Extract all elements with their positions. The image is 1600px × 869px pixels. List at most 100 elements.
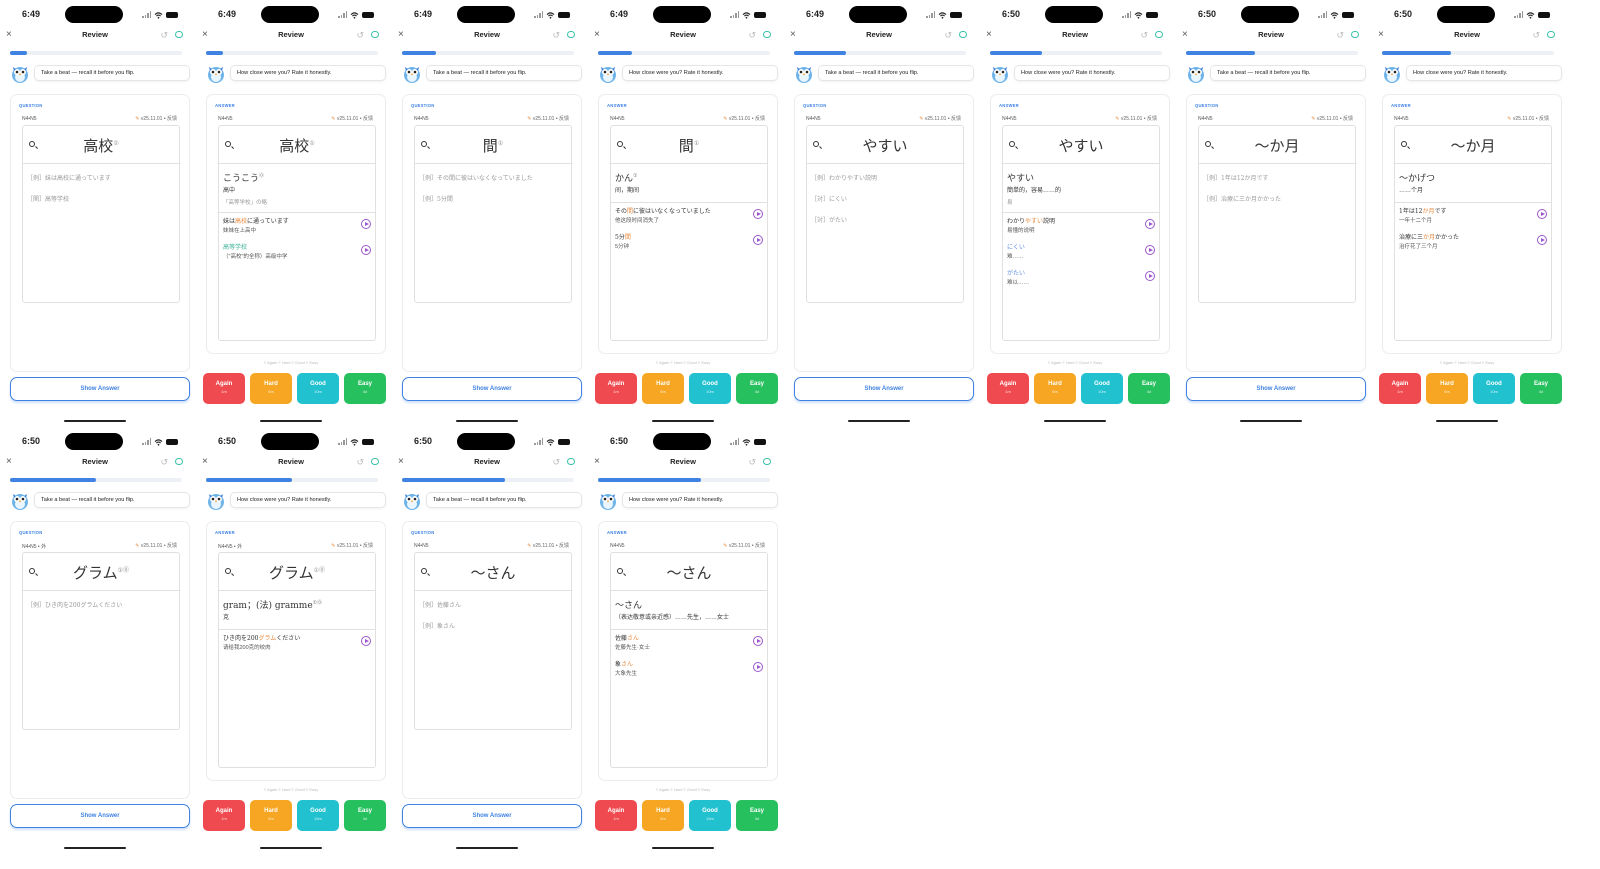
word-row: ～か月 — [1395, 126, 1551, 164]
show-answer-button[interactable]: Show Answer — [10, 377, 190, 401]
version-feedback[interactable]: ✎ v25.11.01 • 反馈 — [919, 115, 961, 122]
undo-icon[interactable]: ↺ — [1140, 30, 1148, 40]
rate-easy-button[interactable]: Easy 4d — [344, 800, 386, 831]
rate-hard-button[interactable]: Hard 6m — [1426, 373, 1468, 404]
chat-icon[interactable] — [763, 458, 771, 465]
close-icon[interactable]: × — [398, 28, 404, 42]
close-icon[interactable]: × — [986, 28, 992, 42]
usage-note: 易 — [1007, 200, 1013, 206]
chat-icon[interactable] — [371, 458, 379, 465]
version-feedback[interactable]: ✎ v25.11.01 • 反馈 — [331, 542, 373, 549]
version-feedback[interactable]: ✎ v25.11.01 • 反馈 — [1311, 115, 1353, 122]
close-icon[interactable]: × — [1378, 28, 1384, 42]
chat-icon[interactable] — [1351, 31, 1359, 38]
rate-good-button[interactable]: Good 10m — [297, 800, 339, 831]
undo-icon[interactable]: ↺ — [160, 30, 168, 40]
status-bar: 6:49 — [198, 6, 384, 23]
chat-icon[interactable] — [763, 31, 771, 38]
rate-easy-button[interactable]: Easy 4d — [736, 800, 778, 831]
chat-icon[interactable] — [567, 458, 575, 465]
play-audio-icon[interactable] — [753, 636, 763, 646]
version-feedback[interactable]: ✎ v25.11.01 • 反馈 — [1115, 115, 1157, 122]
version-feedback[interactable]: ✎ v25.11.01 • 反馈 — [1507, 115, 1549, 122]
close-icon[interactable]: × — [790, 28, 796, 42]
play-audio-icon[interactable] — [361, 245, 371, 255]
play-audio-icon[interactable] — [753, 662, 763, 672]
play-audio-icon[interactable] — [361, 219, 371, 229]
chat-icon[interactable] — [567, 31, 575, 38]
undo-icon[interactable]: ↺ — [748, 30, 756, 40]
play-audio-icon[interactable] — [753, 235, 763, 245]
version-feedback[interactable]: ✎ v25.11.01 • 反馈 — [723, 542, 765, 549]
undo-icon[interactable]: ↺ — [160, 457, 168, 467]
chat-icon[interactable] — [175, 458, 183, 465]
rate-good-button[interactable]: Good 10m — [1473, 373, 1515, 404]
dynamic-island — [65, 6, 123, 23]
phone-screen-2: 6:49 Review × ↺ How close were you? Rate it … — [198, 0, 386, 430]
undo-icon[interactable]: ↺ — [356, 30, 364, 40]
rate-again-button[interactable]: Again 1m — [595, 373, 637, 404]
play-audio-icon[interactable] — [1537, 235, 1547, 245]
play-audio-icon[interactable] — [1537, 209, 1547, 219]
show-answer-button[interactable]: Show Answer — [794, 377, 974, 401]
owl-mascot-icon — [1186, 62, 1206, 84]
undo-icon[interactable]: ↺ — [552, 30, 560, 40]
rate-easy-button[interactable]: Easy 4d — [1128, 373, 1170, 404]
undo-icon[interactable]: ↺ — [1336, 30, 1344, 40]
progress-bar — [402, 478, 574, 482]
rate-good-button[interactable]: Good 10m — [1081, 373, 1123, 404]
rate-again-button[interactable]: Again 1m — [1379, 373, 1421, 404]
chat-icon[interactable] — [1155, 31, 1163, 38]
example-highlight: 高校 — [235, 218, 248, 225]
close-icon[interactable]: × — [202, 455, 208, 469]
play-audio-icon[interactable] — [1145, 271, 1155, 281]
rate-hard-button[interactable]: Hard 6m — [250, 800, 292, 831]
rate-good-button[interactable]: Good 10m — [689, 373, 731, 404]
chat-icon[interactable] — [371, 31, 379, 38]
version-feedback[interactable]: ✎ v25.11.01 • 反馈 — [527, 542, 569, 549]
show-answer-button[interactable]: Show Answer — [1186, 377, 1366, 401]
rate-hard-button[interactable]: Hard 6m — [642, 373, 684, 404]
close-icon[interactable]: × — [6, 455, 12, 469]
show-answer-button[interactable]: Show Answer — [10, 804, 190, 828]
play-audio-icon[interactable] — [1145, 245, 1155, 255]
progress-bar — [206, 478, 378, 482]
rate-easy-button[interactable]: Easy 4d — [736, 373, 778, 404]
close-icon[interactable]: × — [1182, 28, 1188, 42]
rate-hard-button[interactable]: Hard 6m — [250, 373, 292, 404]
rate-again-button[interactable]: Again 1m — [595, 800, 637, 831]
close-icon[interactable]: × — [6, 28, 12, 42]
rate-again-button[interactable]: Again 1m — [203, 373, 245, 404]
undo-icon[interactable]: ↺ — [356, 457, 364, 467]
version-feedback[interactable]: ✎ v25.11.01 • 反馈 — [135, 542, 177, 549]
version-feedback[interactable]: ✎ v25.11.01 • 反馈 — [527, 115, 569, 122]
word-panel: やすい ［例］わかりやすい説明 ［対］にくい ［対］がたい — [806, 125, 964, 303]
rate-easy-button[interactable]: Easy 4d — [344, 373, 386, 404]
rate-again-button[interactable]: Again 1m — [987, 373, 1029, 404]
chat-icon[interactable] — [1547, 31, 1555, 38]
show-answer-button[interactable]: Show Answer — [402, 377, 582, 401]
play-audio-icon[interactable] — [1145, 219, 1155, 229]
close-icon[interactable]: × — [202, 28, 208, 42]
rate-hard-button[interactable]: Hard 6m — [642, 800, 684, 831]
rate-hard-button[interactable]: Hard 6m — [1034, 373, 1076, 404]
play-audio-icon[interactable] — [753, 209, 763, 219]
version-feedback[interactable]: ✎ v25.11.01 • 反馈 — [723, 115, 765, 122]
rate-again-button[interactable]: Again 1m — [203, 800, 245, 831]
chat-icon[interactable] — [175, 31, 183, 38]
show-answer-button[interactable]: Show Answer — [402, 804, 582, 828]
undo-icon[interactable]: ↺ — [552, 457, 560, 467]
close-icon[interactable]: × — [398, 455, 404, 469]
undo-icon[interactable]: ↺ — [1532, 30, 1540, 40]
close-icon[interactable]: × — [594, 455, 600, 469]
version-feedback[interactable]: ✎ v25.11.01 • 反馈 — [135, 115, 177, 122]
rate-good-button[interactable]: Good 10m — [297, 373, 339, 404]
rate-easy-button[interactable]: Easy 4d — [1520, 373, 1562, 404]
play-audio-icon[interactable] — [361, 636, 371, 646]
rate-good-button[interactable]: Good 10m — [689, 800, 731, 831]
chat-icon[interactable] — [959, 31, 967, 38]
undo-icon[interactable]: ↺ — [748, 457, 756, 467]
version-feedback[interactable]: ✎ v25.11.01 • 反馈 — [331, 115, 373, 122]
undo-icon[interactable]: ↺ — [944, 30, 952, 40]
close-icon[interactable]: × — [594, 28, 600, 42]
